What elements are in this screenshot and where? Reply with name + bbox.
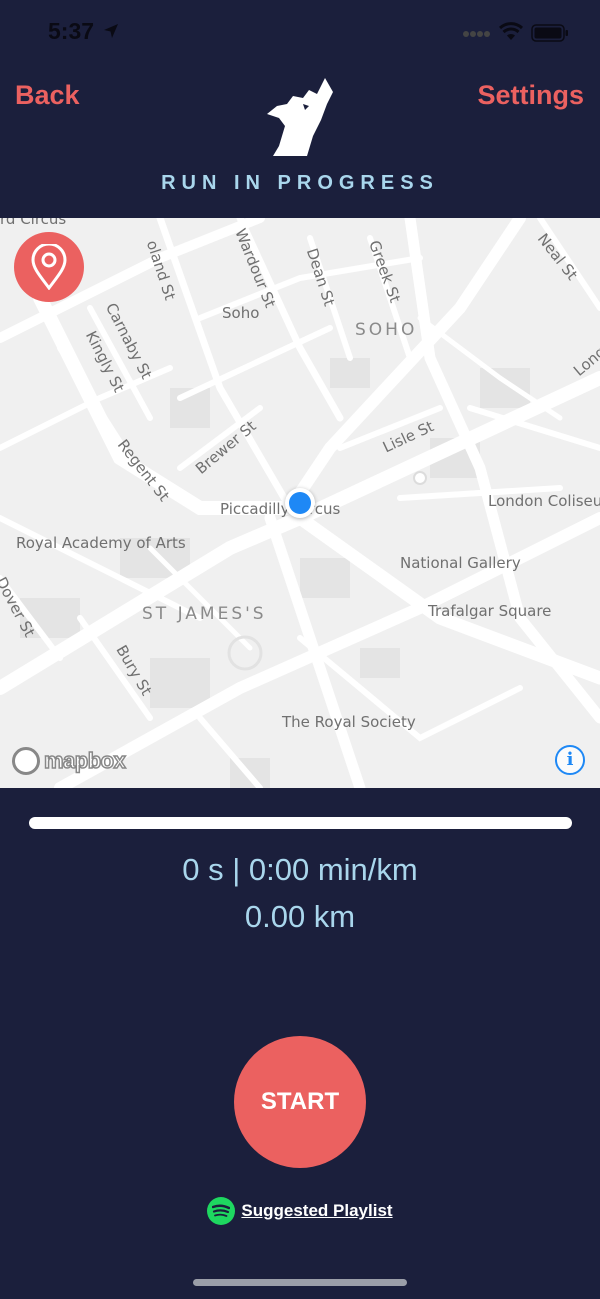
home-indicator[interactable] — [193, 1279, 407, 1286]
map-label: Soho — [222, 304, 260, 322]
map-info-button[interactable]: i — [555, 745, 585, 775]
spotify-icon — [207, 1197, 236, 1225]
map-view[interactable]: rd Circus oland St Wardour St Dean St Gr… — [0, 218, 600, 788]
distance-readout: 0.00 km — [244, 899, 356, 934]
map-label: London Coliseu — [488, 492, 600, 510]
map-label: rd Circus — [0, 218, 67, 228]
start-button[interactable]: START — [234, 1036, 366, 1168]
mapbox-logo[interactable]: mapbox — [12, 746, 127, 776]
location-arrow-icon — [104, 24, 118, 38]
mapbox-wordmark: mapbox — [43, 747, 126, 774]
settings-button[interactable]: Settings — [477, 80, 584, 111]
back-button[interactable]: Back — [15, 80, 80, 111]
time-pace-readout: 0 s | 0:00 min/km — [182, 852, 418, 887]
map-label: Royal Academy of Arts — [16, 534, 186, 552]
wolf-howling-icon — [267, 78, 333, 156]
map-label: Trafalgar Square — [428, 602, 552, 620]
playlist-label: Suggested Playlist — [241, 1201, 393, 1220]
suggested-playlist-link[interactable]: Suggested Playlist — [0, 1197, 600, 1225]
page-title: RUN IN PROGRESS — [161, 172, 439, 194]
map-label: Piccadilly Circus — [220, 500, 341, 518]
map-label: ST JAMES'S — [142, 604, 267, 624]
mapbox-icon — [12, 747, 40, 775]
signal-dots-icon — [463, 31, 490, 37]
recenter-location-button[interactable] — [14, 232, 84, 302]
wifi-icon — [498, 22, 524, 40]
run-progress-bar — [29, 817, 572, 829]
map-label: National Gallery — [400, 554, 521, 572]
status-time: 5:37 — [48, 18, 95, 44]
map-label: The Royal Society — [282, 713, 416, 731]
map-pin-icon — [31, 244, 67, 290]
status-bar: 5:37 — [0, 0, 600, 66]
battery-icon — [531, 24, 568, 42]
map-label: SOHO — [355, 320, 418, 340]
run-screen: 5:37 Back RUN IN PROGRESS Settings rd Ci… — [0, 0, 600, 1299]
user-location-dot — [285, 488, 315, 518]
